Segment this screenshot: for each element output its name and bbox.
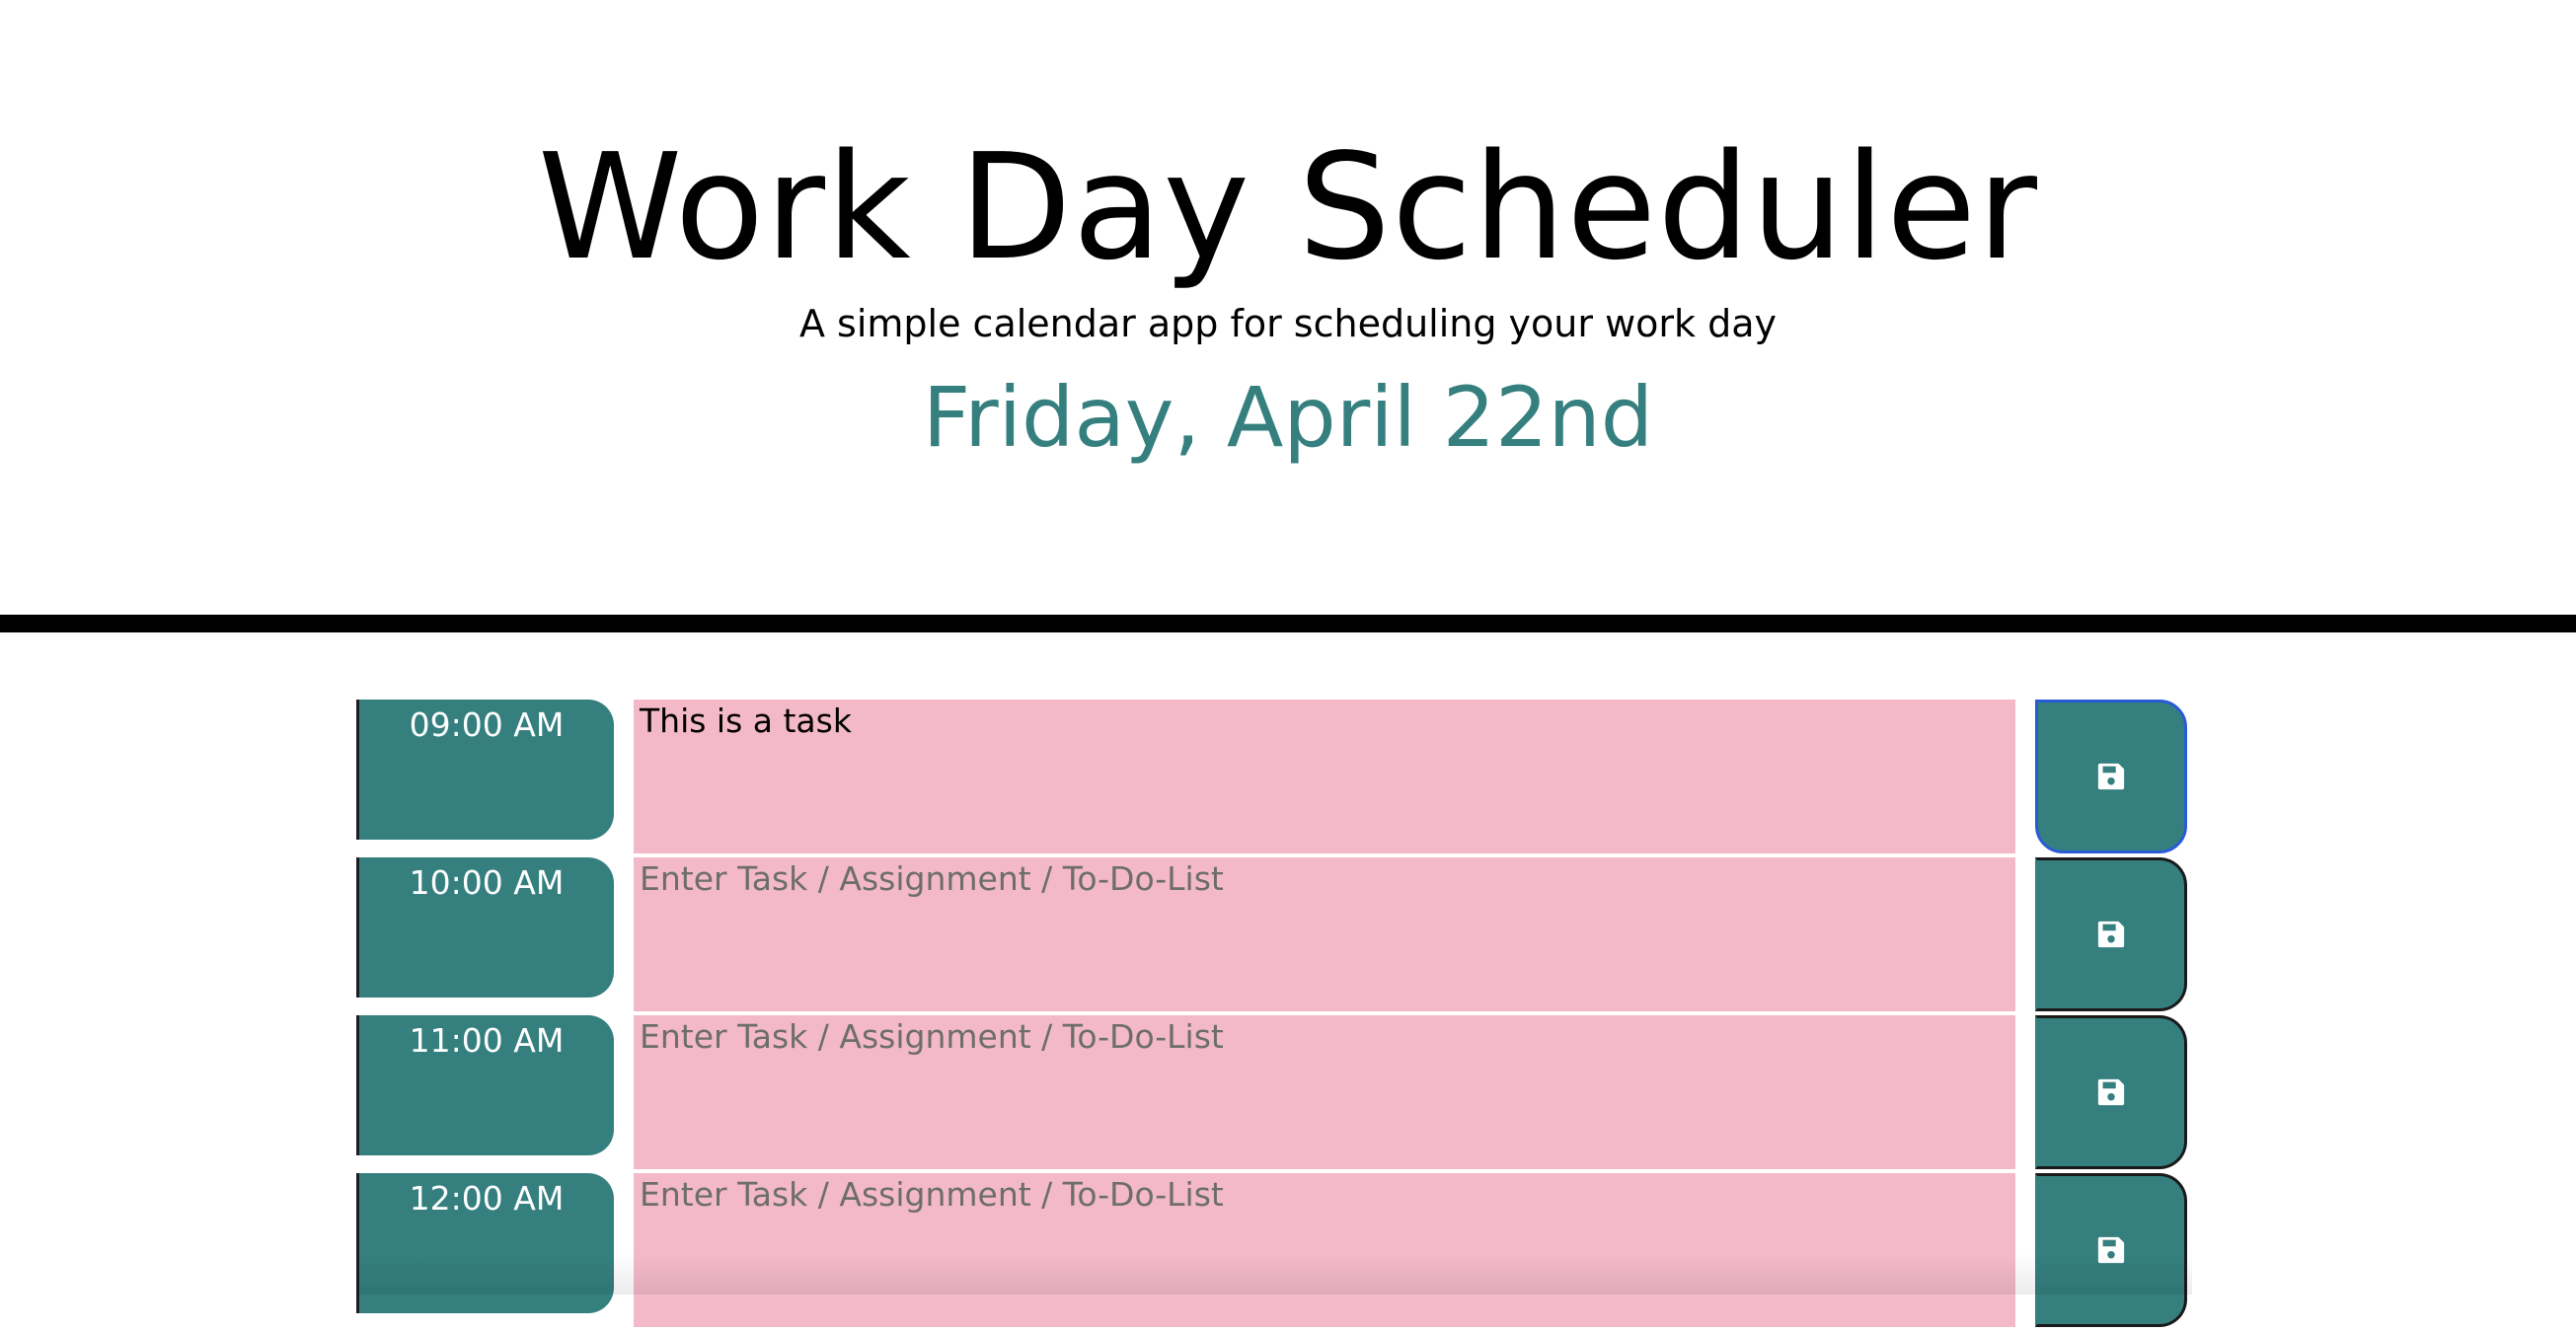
floppy-disk-icon	[2097, 1078, 2124, 1106]
save-button[interactable]	[2035, 700, 2187, 853]
save-button[interactable]	[2035, 857, 2187, 1011]
time-block-row: 12:00 AM	[0, 1173, 2576, 1331]
schedule-container: 09:00 AM This is a task 10:00 AM 11:00 A…	[0, 0, 2576, 1329]
task-input[interactable]	[634, 857, 2015, 1013]
time-block-row: 10:00 AM	[0, 857, 2576, 1015]
hour-label: 10:00 AM	[356, 857, 614, 998]
time-block-row: 09:00 AM This is a task	[0, 700, 2576, 857]
floppy-disk-icon	[2097, 921, 2124, 948]
task-input[interactable]	[634, 1015, 2015, 1171]
save-button[interactable]	[2035, 1173, 2187, 1327]
task-input[interactable]: This is a task	[634, 700, 2015, 855]
task-input[interactable]	[634, 1173, 2015, 1329]
floppy-disk-icon	[2097, 1236, 2124, 1264]
hour-label: 09:00 AM	[356, 700, 614, 840]
save-button[interactable]	[2035, 1015, 2187, 1169]
hour-label: 11:00 AM	[356, 1015, 614, 1155]
time-block-row: 11:00 AM	[0, 1015, 2576, 1173]
floppy-disk-icon	[2097, 763, 2125, 790]
hour-label: 12:00 AM	[356, 1173, 614, 1313]
